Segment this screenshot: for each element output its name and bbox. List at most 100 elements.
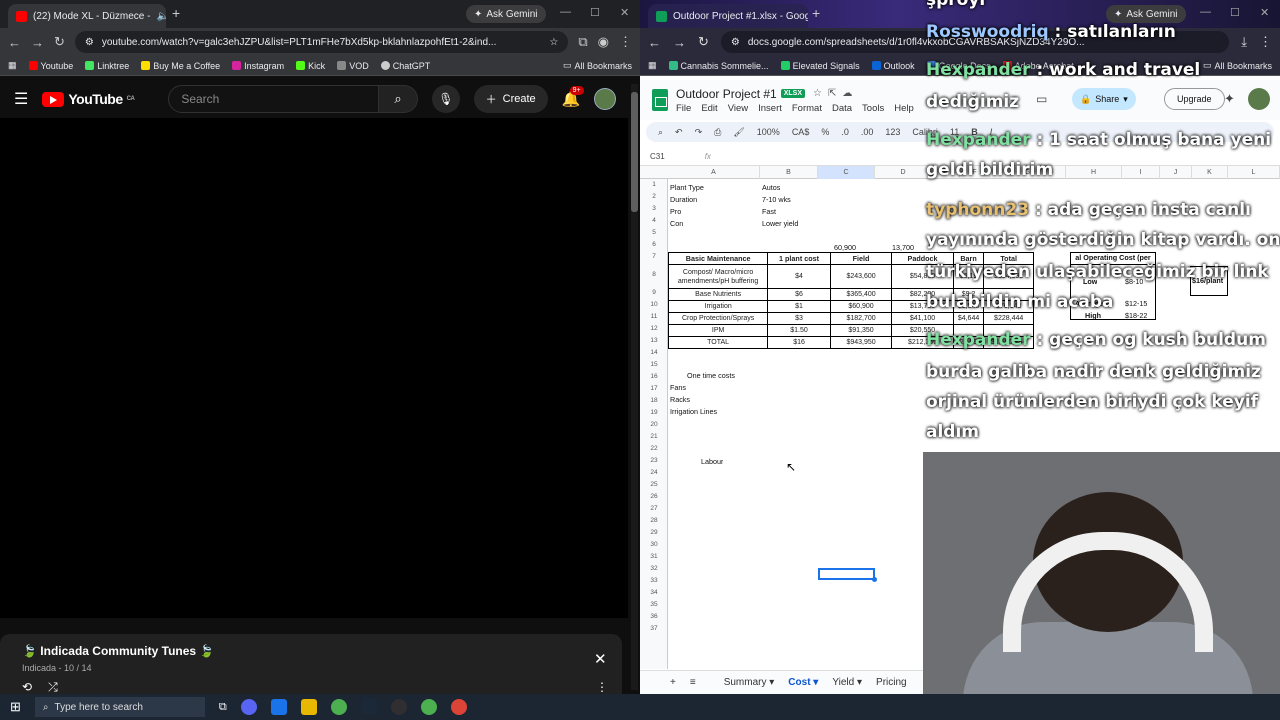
row-header[interactable]: 16 [640, 373, 668, 380]
row-header[interactable]: 4 [640, 217, 668, 224]
table-cell[interactable]: $182,700 [829, 312, 893, 325]
table-cell[interactable]: $4 [767, 264, 831, 289]
cell-pro-value[interactable]: Fast [762, 207, 776, 216]
bookmark-outlook[interactable]: Outlook [871, 61, 915, 71]
voice-search-button[interactable]: 🎙 [432, 85, 460, 113]
close-playlist-icon[interactable]: ✕ [594, 650, 607, 668]
table-cell[interactable]: $943,950 [829, 336, 893, 349]
row-header[interactable]: 34 [640, 589, 668, 596]
chrome-icon[interactable] [330, 699, 347, 715]
row-header[interactable]: 20 [640, 421, 668, 428]
sheets-logo-icon[interactable] [652, 89, 668, 111]
cell-plant-type-label[interactable]: Plant Type [670, 183, 704, 192]
row-header[interactable]: 12 [640, 325, 668, 332]
row-header[interactable]: 26 [640, 493, 668, 500]
search-button[interactable]: ⌕ [378, 85, 419, 113]
back-icon[interactable]: ← [8, 35, 21, 50]
apps-icon[interactable]: ▦ [648, 60, 657, 71]
extensions-icon[interactable]: ⧉ [578, 34, 587, 50]
bookmark-kick[interactable]: Kick [296, 61, 325, 71]
column-header-a[interactable]: A [668, 166, 760, 179]
row-header[interactable]: 17 [640, 385, 668, 392]
obs-icon[interactable] [390, 699, 407, 715]
menu-format[interactable]: Format [792, 103, 822, 114]
row-header[interactable]: 30 [640, 541, 668, 548]
site-info-icon[interactable]: ⚙ [85, 37, 94, 48]
close-window-icon[interactable]: ✕ [620, 6, 629, 19]
selected-cell[interactable] [818, 568, 877, 582]
menu-data[interactable]: Data [832, 103, 852, 114]
table-cell[interactable]: Crop Protection/Sprays [667, 312, 769, 325]
row-header[interactable]: 6 [640, 241, 668, 248]
move-icon[interactable]: ⇱ [828, 88, 836, 99]
row-header[interactable]: 5 [640, 229, 668, 236]
search-input[interactable]: Search [168, 85, 379, 113]
back-icon[interactable]: ← [648, 35, 661, 50]
table-cell[interactable]: Irrigation [667, 300, 769, 313]
row-header[interactable]: 13 [640, 337, 668, 344]
row-header[interactable]: 18 [640, 397, 668, 404]
new-tab-button[interactable]: + [172, 5, 180, 21]
menu-edit[interactable]: Edit [701, 103, 717, 114]
bookmark-chatgpt[interactable]: ChatGPT [380, 61, 430, 71]
bookmark-buy-me-a-coffee[interactable]: Buy Me a Coffee [141, 61, 220, 71]
table-cell[interactable]: Compost/ Macro/micro amendments/pH buffe… [667, 264, 769, 289]
one-time-costs-heading[interactable]: One time costs [687, 371, 735, 380]
cell-plant-type-value[interactable]: Autos [762, 183, 780, 192]
row-header[interactable]: 25 [640, 481, 668, 488]
row-header[interactable]: 10 [640, 301, 668, 308]
cell-paddock-plants[interactable]: 13,700 [892, 243, 914, 252]
header-field[interactable]: Field [829, 252, 893, 265]
percent-format-icon[interactable]: % [821, 127, 829, 137]
tab-cost[interactable]: Cost ▾ [788, 677, 818, 688]
cell-con-value[interactable]: Lower yield [762, 219, 798, 228]
bookmark-youtube[interactable]: Youtube [28, 61, 73, 71]
row-header[interactable]: 37 [640, 625, 668, 632]
edge-icon[interactable] [270, 699, 287, 715]
print-icon[interactable]: ⎙ [714, 127, 721, 138]
windows-start-icon[interactable]: ⊞ [10, 699, 21, 715]
table-cell[interactable]: $365,400 [829, 288, 893, 301]
row-header[interactable]: 7 [640, 253, 668, 260]
shuffle-icon[interactable]: ⤮ [48, 680, 58, 695]
row-header[interactable]: 2 [640, 193, 668, 200]
cell-field-plants[interactable]: 60,900 [834, 243, 856, 252]
tab-summary[interactable]: Summary ▾ [724, 677, 775, 688]
one-time-item-racks[interactable]: Racks [670, 395, 690, 404]
labour-heading[interactable]: Labour [701, 457, 723, 466]
page-scrollbar[interactable] [631, 84, 638, 690]
row-header[interactable]: 24 [640, 469, 668, 476]
row-header[interactable]: 11 [640, 313, 668, 320]
number-format-icon[interactable]: 123 [885, 127, 900, 137]
playlist-title[interactable]: 🍃 Indicada Community Tunes 🍃 [22, 644, 600, 658]
chrome-icon-3[interactable] [450, 699, 467, 715]
forward-icon[interactable]: → [673, 35, 686, 50]
row-header[interactable]: 31 [640, 553, 668, 560]
menu-help[interactable]: Help [894, 103, 914, 114]
bookmark-vod[interactable]: VOD [337, 61, 369, 71]
loop-icon[interactable]: ⟲ [22, 680, 32, 695]
apps-icon[interactable]: ▦ [8, 60, 17, 71]
more-options-icon[interactable]: ⋮ [596, 680, 608, 694]
row-header[interactable]: 33 [640, 577, 668, 584]
header-plant-cost[interactable]: 1 plant cost [767, 252, 831, 265]
row-header[interactable]: 3 [640, 205, 668, 212]
row-header[interactable]: 32 [640, 565, 668, 572]
bookmark-cannabis-sommelier[interactable]: Cannabis Sommelie... [668, 61, 769, 71]
table-cell[interactable]: $243,600 [829, 264, 893, 289]
all-sheets-icon[interactable]: ≡ [690, 677, 696, 688]
chrome-icon-2[interactable] [420, 699, 437, 715]
one-time-item-irrigation-lines[interactable]: Irrigation Lines [670, 407, 717, 416]
video-player[interactable] [0, 118, 628, 618]
create-button[interactable]: ＋ Create [473, 85, 548, 113]
minimize-icon[interactable]: — [560, 6, 571, 18]
taskbar-search-input[interactable]: ⌕ Type here to search [34, 697, 205, 717]
new-tab-button[interactable]: + [812, 5, 820, 21]
discord-icon[interactable] [240, 699, 257, 715]
undo-icon[interactable]: ↶ [675, 127, 683, 138]
ask-gemini-button[interactable]: ✦ Ask Gemini [466, 5, 546, 23]
file-explorer-icon[interactable] [300, 699, 317, 715]
table-cell[interactable]: TOTAL [667, 336, 769, 349]
table-cell[interactable]: IPM [667, 324, 769, 337]
profile-icon[interactable]: ◉ [598, 34, 609, 50]
